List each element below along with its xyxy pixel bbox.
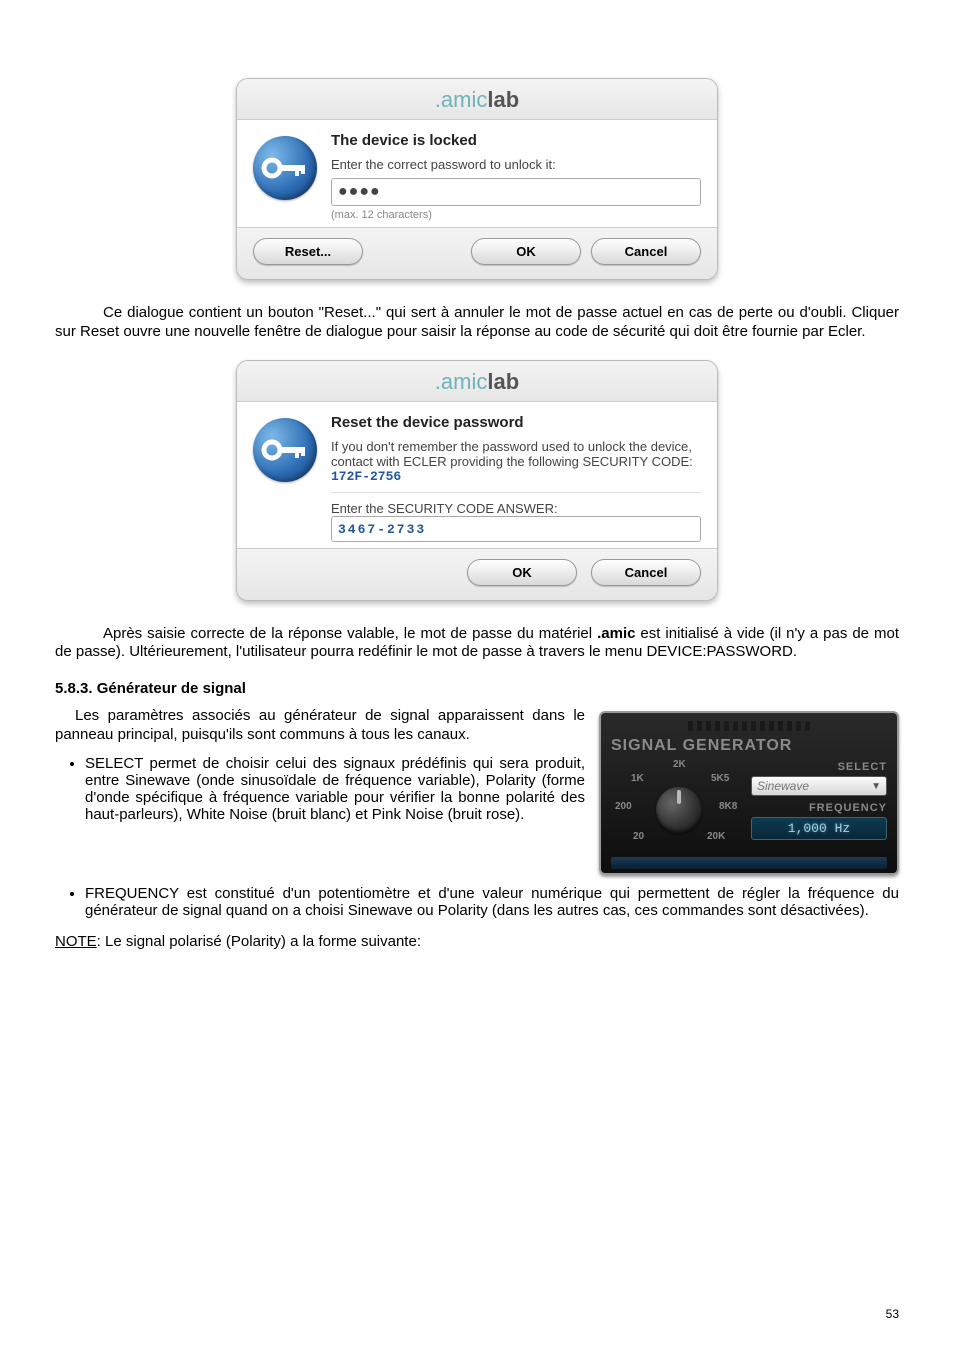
para2-prefix: Après saisie correcte de la réponse vala… xyxy=(103,625,597,642)
signal-generator-panel: SIGNAL GENERATOR 2K 1K 5K5 200 8K8 20 20… xyxy=(599,711,899,875)
reset-dialog: .amiclab Reset the device password If yo… xyxy=(236,360,718,601)
cancel-button[interactable]: Cancel xyxy=(591,238,701,265)
key-icon xyxy=(253,136,317,200)
answer-value: 3467-2733 xyxy=(338,522,426,537)
para2-bold: .amic xyxy=(597,625,635,642)
tick-200: 200 xyxy=(615,801,632,812)
frequency-knob[interactable] xyxy=(656,787,702,833)
section-heading: 5.8.3. Générateur de signal xyxy=(55,680,899,697)
cancel-button[interactable]: Cancel xyxy=(591,559,701,586)
dialog-instruction: Enter the correct password to unlock it: xyxy=(331,157,701,172)
note-label: NOTE xyxy=(55,933,97,950)
dialog-heading: The device is locked xyxy=(331,132,701,149)
security-code: 172F-2756 xyxy=(331,469,701,484)
locked-dialog-figure: .amiclab The device is locked Enter the … xyxy=(55,78,899,280)
note-text: : Le signal polarisé (Polarity) a la for… xyxy=(97,933,421,950)
brand-lab: lab xyxy=(487,369,519,394)
reset-button[interactable]: Reset... xyxy=(253,238,363,265)
tick-5k5: 5K5 xyxy=(711,773,729,784)
reset-dialog-figure: .amiclab Reset the device password If yo… xyxy=(55,360,899,601)
paragraph-after-reset: Après saisie correcte de la réponse vala… xyxy=(55,625,899,663)
password-field[interactable]: ●●●● xyxy=(331,178,701,206)
tick-2k: 2K xyxy=(673,759,686,770)
dialog-heading: Reset the device password xyxy=(331,414,701,431)
answer-field[interactable]: 3467-2733 xyxy=(331,516,701,542)
page-number: 53 xyxy=(886,1307,899,1321)
note-line: NOTE: Le signal polarisé (Polarity) a la… xyxy=(55,933,899,950)
password-hint: (max. 12 characters) xyxy=(331,209,701,221)
brand-lab: lab xyxy=(487,87,519,112)
answer-label: Enter the SECURITY CODE ANSWER: xyxy=(331,501,701,516)
dialog-titlebar: .amiclab xyxy=(237,79,717,120)
frequency-dial[interactable]: 2K 1K 5K5 200 8K8 20 20K xyxy=(611,759,751,849)
panel-grip xyxy=(611,721,887,733)
frequency-display[interactable]: 1,000 Hz xyxy=(751,817,887,840)
ok-button[interactable]: OK xyxy=(471,238,581,265)
brand-amic: .amic xyxy=(435,87,488,112)
tick-20k: 20K xyxy=(707,831,725,842)
tick-8k8: 8K8 xyxy=(719,801,737,812)
dialog-titlebar: .amiclab xyxy=(237,361,717,402)
chevron-down-icon: ▼ xyxy=(871,781,881,792)
tick-20: 20 xyxy=(633,831,644,842)
panel-title: SIGNAL GENERATOR xyxy=(611,737,887,755)
panel-footer-bar xyxy=(611,857,887,869)
bullet-frequency: FREQUENCY est constitué d'un potentiomèt… xyxy=(85,885,899,919)
frequency-label: FREQUENCY xyxy=(751,802,887,814)
ok-button[interactable]: OK xyxy=(467,559,577,586)
signal-generator-figure: SIGNAL GENERATOR 2K 1K 5K5 200 8K8 20 20… xyxy=(599,711,899,875)
select-label: SELECT xyxy=(751,761,887,773)
brand-amic: .amic xyxy=(435,369,488,394)
paragraph-reset-desc: Ce dialogue contient un bouton "Reset...… xyxy=(55,304,899,342)
waveform-select[interactable]: Sinewave ▼ xyxy=(751,776,887,796)
reset-instruction: If you don't remember the password used … xyxy=(331,439,701,469)
key-icon xyxy=(253,418,317,482)
tick-1k: 1K xyxy=(631,773,644,784)
select-value: Sinewave xyxy=(757,779,809,793)
locked-dialog: .amiclab The device is locked Enter the … xyxy=(236,78,718,280)
